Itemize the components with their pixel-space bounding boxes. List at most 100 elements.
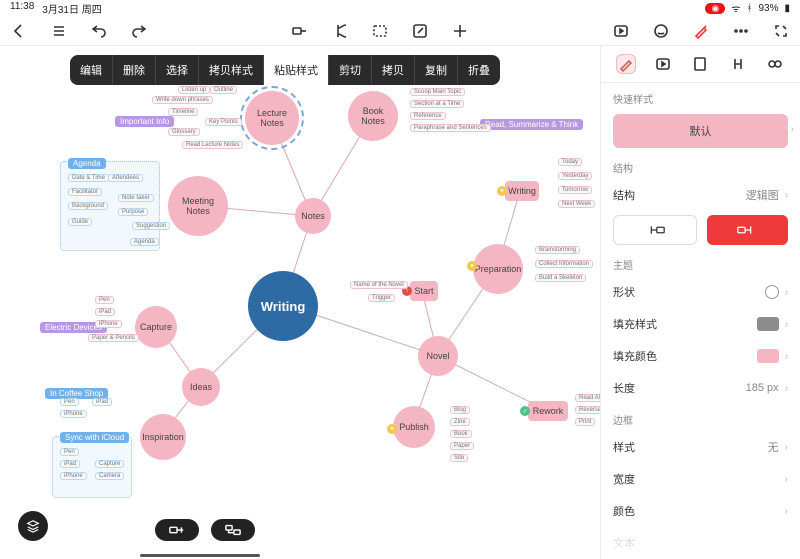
leaf[interactable]: Agenda <box>130 238 159 246</box>
row-length[interactable]: 长度 185 px› <box>601 372 800 404</box>
format-button[interactable] <box>692 22 710 40</box>
tag-sync[interactable]: Sync with iCloud <box>60 432 129 443</box>
back-button[interactable] <box>10 22 28 40</box>
leaf[interactable]: Reverse <box>575 406 600 414</box>
leaf[interactable]: Background <box>68 202 108 210</box>
leaf[interactable]: Blog <box>450 406 470 414</box>
leaf[interactable]: Today <box>558 158 582 166</box>
tab-note[interactable] <box>690 54 710 74</box>
node-novel[interactable]: Novel <box>418 336 458 376</box>
leaf[interactable]: Note taker <box>118 194 154 202</box>
leaf[interactable]: Pen <box>60 448 79 456</box>
leaf[interactable]: iPhone <box>60 410 87 418</box>
leaf[interactable]: Camera <box>95 472 124 480</box>
leaf[interactable]: Section at a Time <box>410 100 464 108</box>
more-button[interactable] <box>732 22 750 40</box>
row-fillcolor[interactable]: 填充颜色 › <box>601 340 800 372</box>
leaf[interactable]: iPhone <box>60 472 87 480</box>
present-button[interactable] <box>612 22 630 40</box>
tab-style[interactable] <box>616 54 636 74</box>
node-start[interactable]: Start <box>410 281 438 301</box>
node-rework[interactable]: Rework <box>528 401 568 421</box>
leaf[interactable]: Listen up <box>178 86 210 94</box>
row-shape[interactable]: 形状 › <box>601 276 800 308</box>
add-sibling-button[interactable] <box>155 519 199 541</box>
leaf[interactable]: Paper <box>450 442 474 450</box>
add-button[interactable] <box>451 22 469 40</box>
node-meeting[interactable]: Meeting Notes <box>168 176 228 236</box>
redo-button[interactable] <box>130 22 148 40</box>
leaf[interactable]: Attendees <box>108 174 143 182</box>
node-prep[interactable]: Preparation <box>473 244 523 294</box>
node-book[interactable]: Book Notes <box>348 91 398 141</box>
leaf[interactable]: Zine <box>450 418 470 426</box>
edit-button[interactable] <box>411 22 429 40</box>
leaf[interactable]: Paper & Pencils <box>88 334 139 342</box>
leaf[interactable]: Name of the Novel <box>350 281 408 289</box>
leaf[interactable]: Next Week <box>558 200 595 208</box>
leaf[interactable]: Suggestion <box>132 222 170 230</box>
leaf[interactable]: Outline <box>210 86 237 94</box>
leaf[interactable]: Paraphrase and Sentences <box>410 124 491 132</box>
leaf[interactable]: Read Aloud <box>575 394 600 402</box>
leaf[interactable]: iPhone <box>95 320 122 328</box>
leaf[interactable]: Capture <box>95 460 124 468</box>
row-fillstyle[interactable]: 填充样式 › <box>601 308 800 340</box>
leaf[interactable]: Key Points <box>205 118 242 126</box>
screen-record-indicator[interactable]: ◉ <box>705 3 725 14</box>
leaf[interactable]: Scoop Main Topic <box>410 88 465 96</box>
leaf[interactable]: Guide <box>68 218 92 226</box>
layers-button[interactable] <box>18 511 48 541</box>
node-writing2[interactable]: Writing <box>505 181 539 201</box>
leaf[interactable]: Book <box>450 430 472 438</box>
node-notes[interactable]: Notes <box>295 198 331 234</box>
leaf[interactable]: Reference <box>410 112 446 120</box>
add-relationship-button[interactable] <box>371 22 389 40</box>
leaf[interactable]: iPad <box>60 460 80 468</box>
leaf[interactable]: Print <box>575 418 595 426</box>
node-ideas[interactable]: Ideas <box>182 368 220 406</box>
leaf[interactable]: Facilitator <box>68 188 102 196</box>
leaf[interactable]: Date & Time <box>68 174 109 182</box>
tag-important[interactable]: Important Info <box>115 116 174 127</box>
leaf[interactable]: Yesterday <box>558 172 592 180</box>
leaf[interactable]: Pen <box>60 398 79 406</box>
leaf[interactable]: Tomorrow <box>558 186 592 194</box>
emoji-button[interactable] <box>652 22 670 40</box>
node-inspiration[interactable]: Inspiration <box>140 414 186 460</box>
tab-media[interactable] <box>653 54 673 74</box>
leaf[interactable]: iPad <box>95 308 115 316</box>
add-boundary-button[interactable] <box>331 22 349 40</box>
leaf[interactable]: Collect Information <box>535 260 593 268</box>
dir-right[interactable] <box>707 215 789 245</box>
add-child-button[interactable] <box>211 519 255 541</box>
undo-button[interactable] <box>90 22 108 40</box>
tab-link[interactable] <box>728 54 748 74</box>
leaf[interactable]: Read Lecture Notes <box>182 141 243 149</box>
node-capture[interactable]: Capture <box>135 306 177 348</box>
leaf[interactable]: Purpose <box>118 208 148 216</box>
tag-read[interactable]: Read, Summarize & Think <box>480 119 583 130</box>
node-lecture[interactable]: Lecture Notes <box>245 91 299 145</box>
row-structure[interactable]: 结构 逻辑图› <box>601 179 800 211</box>
outline-button[interactable] <box>50 22 68 40</box>
row-border-width[interactable]: 宽度› <box>601 463 800 495</box>
node-publish[interactable]: Publish <box>393 406 435 448</box>
tab-info[interactable] <box>765 54 785 74</box>
leaf[interactable]: Brainstorming <box>535 246 580 254</box>
quickstyle-default[interactable]: 默认 <box>613 114 788 148</box>
leaf[interactable]: Pen <box>95 296 114 304</box>
tag-agenda[interactable]: Agenda <box>68 158 106 169</box>
fullscreen-button[interactable] <box>772 22 790 40</box>
leaf[interactable]: Write down phrases <box>152 96 213 104</box>
add-subtopic-button[interactable] <box>291 22 309 40</box>
leaf[interactable]: iPad <box>92 398 112 406</box>
leaf[interactable]: Build a Skeleton <box>535 274 586 282</box>
mindmap-canvas[interactable]: Important Info Read, Summarize & Think E… <box>0 46 600 559</box>
leaf[interactable]: Timeline <box>168 108 198 116</box>
dir-left[interactable] <box>613 215 697 245</box>
node-central[interactable]: Writing <box>248 271 318 341</box>
row-border-style[interactable]: 样式 无› <box>601 431 800 463</box>
leaf[interactable]: Trigger <box>368 294 395 302</box>
leaf[interactable]: Glossary <box>168 128 200 136</box>
